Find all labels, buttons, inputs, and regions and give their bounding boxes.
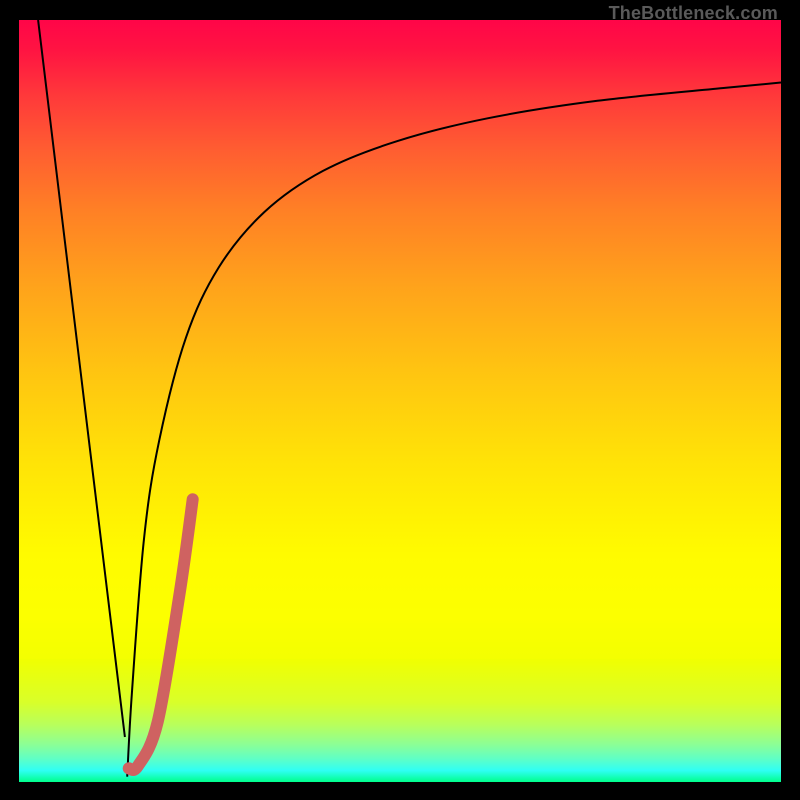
accent-segment <box>129 499 193 770</box>
chart-frame: TheBottleneck.com <box>0 0 800 800</box>
right-log-curve <box>127 83 781 777</box>
left-descending-line <box>38 20 125 737</box>
watermark-label: TheBottleneck.com <box>609 3 778 24</box>
curve-layer <box>19 20 781 782</box>
black-curves <box>38 20 781 777</box>
plot-area <box>19 20 781 782</box>
